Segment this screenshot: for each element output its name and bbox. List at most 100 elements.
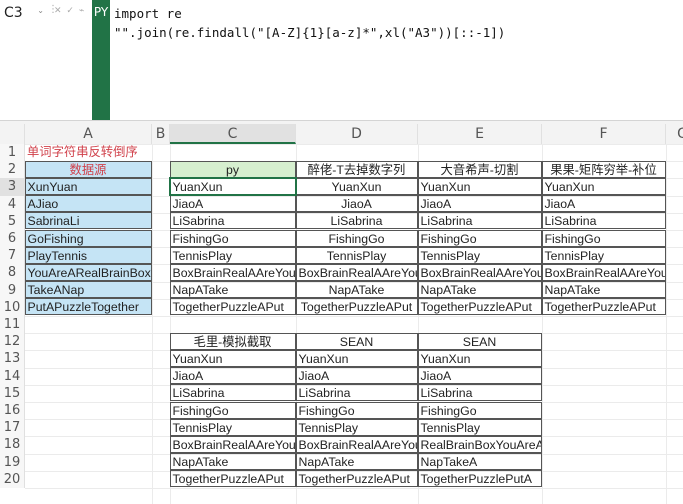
- column-header-a[interactable]: A: [25, 124, 152, 144]
- chevron-down-icon[interactable]: ⌄: [37, 6, 44, 15]
- cell-a3[interactable]: XunYuan: [24, 177, 152, 196]
- column-header-c[interactable]: C: [170, 124, 296, 144]
- more-options-icon[interactable]: ⋮: [48, 4, 58, 20]
- column-header-d[interactable]: D: [296, 124, 418, 144]
- cell-c6[interactable]: FishingGo: [169, 229, 296, 247]
- row-header-14[interactable]: 14: [0, 367, 25, 385]
- cell-e20[interactable]: TogetherPuzzlePutA: [417, 470, 542, 488]
- row-header-13[interactable]: 13: [0, 350, 25, 368]
- cell-a7[interactable]: PlayTennis: [24, 246, 152, 264]
- cell-f7[interactable]: TennisPlay: [541, 246, 666, 264]
- cell-e9[interactable]: NapATake: [417, 281, 542, 299]
- cell-d2[interactable]: 醉佬-T去掉数字列: [295, 160, 418, 178]
- cell-d7[interactable]: TennisPlay: [295, 246, 418, 264]
- cell-a5[interactable]: SabrinaLi: [24, 212, 152, 230]
- row-header-1[interactable]: 1: [0, 144, 25, 162]
- cell-d3[interactable]: YuanXun: [295, 177, 418, 196]
- cell-d15[interactable]: LiSabrina: [295, 384, 418, 402]
- cell-e3[interactable]: YuanXun: [417, 177, 542, 196]
- cell-c16[interactable]: FishingGo: [169, 401, 296, 419]
- cell-a6[interactable]: GoFishing: [24, 229, 152, 247]
- cell-d10[interactable]: TogetherPuzzleAPut: [295, 298, 418, 316]
- cell-d14[interactable]: JiaoA: [295, 367, 418, 385]
- cell-c20[interactable]: TogetherPuzzleAPut: [169, 470, 296, 488]
- cell-c4[interactable]: JiaoA: [169, 195, 296, 213]
- select-all-corner[interactable]: [0, 124, 25, 144]
- cell-c2[interactable]: py: [169, 160, 296, 178]
- cell-f4[interactable]: JiaoA: [541, 195, 666, 213]
- cell-e13[interactable]: YuanXun: [417, 349, 542, 368]
- row-header-7[interactable]: 7: [0, 247, 25, 265]
- cell-f2[interactable]: 果果-矩阵穷举-补位: [541, 160, 666, 178]
- cell-e2[interactable]: 大音希声-切割: [417, 160, 542, 178]
- row-header-20[interactable]: 20: [0, 470, 25, 488]
- row-header-8[interactable]: 8: [0, 264, 25, 282]
- row-header-2[interactable]: 2: [0, 161, 25, 179]
- cell-d13[interactable]: YuanXun: [295, 349, 418, 368]
- row-header-11[interactable]: 11: [0, 316, 25, 334]
- name-box[interactable]: C3 ⌄: [0, 0, 48, 24]
- cell-c18[interactable]: BoxBrainRealAAreYou: [169, 435, 296, 454]
- cell-c5[interactable]: LiSabrina: [169, 212, 296, 230]
- cell-c19[interactable]: NapATake: [169, 453, 296, 471]
- cell-d6[interactable]: FishingGo: [295, 229, 418, 247]
- row-header-5[interactable]: 5: [0, 212, 25, 230]
- cell-e5[interactable]: LiSabrina: [417, 212, 542, 230]
- column-header-f[interactable]: F: [542, 124, 666, 144]
- cell-e16[interactable]: FishingGo: [417, 401, 542, 419]
- cancel-icon[interactable]: ✕: [54, 6, 63, 16]
- enter-icon[interactable]: ✓: [66, 6, 75, 16]
- row-header-10[interactable]: 10: [0, 298, 25, 316]
- cell-a2[interactable]: 数据源: [24, 160, 152, 178]
- cell-e8[interactable]: BoxBrainRealAAreYou: [417, 263, 542, 282]
- row-header-16[interactable]: 16: [0, 402, 25, 420]
- cell-d8[interactable]: BoxBrainRealAAreYou: [295, 263, 418, 282]
- cell-d16[interactable]: FishingGo: [295, 401, 418, 419]
- cell-e4[interactable]: JiaoA: [417, 195, 542, 213]
- row-header-15[interactable]: 15: [0, 384, 25, 402]
- cell-e10[interactable]: TogetherPuzzleAPut: [417, 298, 542, 316]
- row-header-17[interactable]: 17: [0, 419, 25, 437]
- cell-d18[interactable]: BoxBrainRealAAreYou: [295, 435, 418, 454]
- cell-e15[interactable]: LiSabrina: [417, 384, 542, 402]
- python-badge[interactable]: PY: [92, 0, 110, 120]
- cell-f10[interactable]: TogetherPuzzleAPut: [541, 298, 666, 316]
- cell-f8[interactable]: BoxBrainRealAAreYou: [541, 263, 666, 282]
- cell-a10[interactable]: PutAPuzzleTogether: [24, 298, 152, 316]
- cell-c17[interactable]: TennisPlay: [169, 418, 296, 436]
- cell-a1[interactable]: 单词字符串反转倒序: [25, 144, 225, 161]
- row-header-18[interactable]: 18: [0, 436, 25, 454]
- cell-d4[interactable]: JiaoA: [295, 195, 418, 213]
- cell-f5[interactable]: LiSabrina: [541, 212, 666, 230]
- cell-d19[interactable]: NapATake: [295, 453, 418, 471]
- cell-d9[interactable]: NapATake: [295, 281, 418, 299]
- row-header-3[interactable]: 3: [0, 178, 25, 196]
- cell-c8[interactable]: BoxBrainRealAAreYou: [169, 263, 296, 282]
- cell-c3[interactable]: YuanXun: [168, 176, 297, 197]
- cell-d12[interactable]: SEAN: [295, 332, 418, 350]
- cell-e19[interactable]: NapTakeA: [417, 453, 542, 471]
- cell-c13[interactable]: YuanXun: [169, 349, 296, 368]
- cell-d5[interactable]: LiSabrina: [295, 212, 418, 230]
- cell-a9[interactable]: TakeANap: [24, 281, 152, 299]
- cell-e7[interactable]: TennisPlay: [417, 246, 542, 264]
- column-header-g[interactable]: G: [666, 124, 683, 144]
- cell-e6[interactable]: FishingGo: [417, 229, 542, 247]
- cell-e17[interactable]: TennisPlay: [417, 418, 542, 436]
- row-header-4[interactable]: 4: [0, 195, 25, 213]
- cell-a4[interactable]: AJiao: [24, 195, 152, 213]
- column-header-e[interactable]: E: [418, 124, 542, 144]
- cell-f9[interactable]: NapATake: [541, 281, 666, 299]
- python-output-icon[interactable]: ⌁: [79, 6, 85, 16]
- cell-c7[interactable]: TennisPlay: [169, 246, 296, 264]
- row-header-6[interactable]: 6: [0, 230, 25, 248]
- formula-input[interactable]: import re "".join(re.findall("[A-Z]{1}[a-…: [114, 4, 505, 42]
- cell-d20[interactable]: TogetherPuzzleAPut: [295, 470, 418, 488]
- row-header-9[interactable]: 9: [0, 281, 25, 299]
- cell-a8[interactable]: YouAreARealBrainBox: [24, 263, 152, 282]
- cell-e12[interactable]: SEAN: [417, 332, 542, 350]
- cell-e14[interactable]: JiaoA: [417, 367, 542, 385]
- cell-f6[interactable]: FishingGo: [541, 229, 666, 247]
- row-header-12[interactable]: 12: [0, 333, 25, 351]
- cell-e18[interactable]: RealBrainBoxYouAreA: [417, 435, 542, 454]
